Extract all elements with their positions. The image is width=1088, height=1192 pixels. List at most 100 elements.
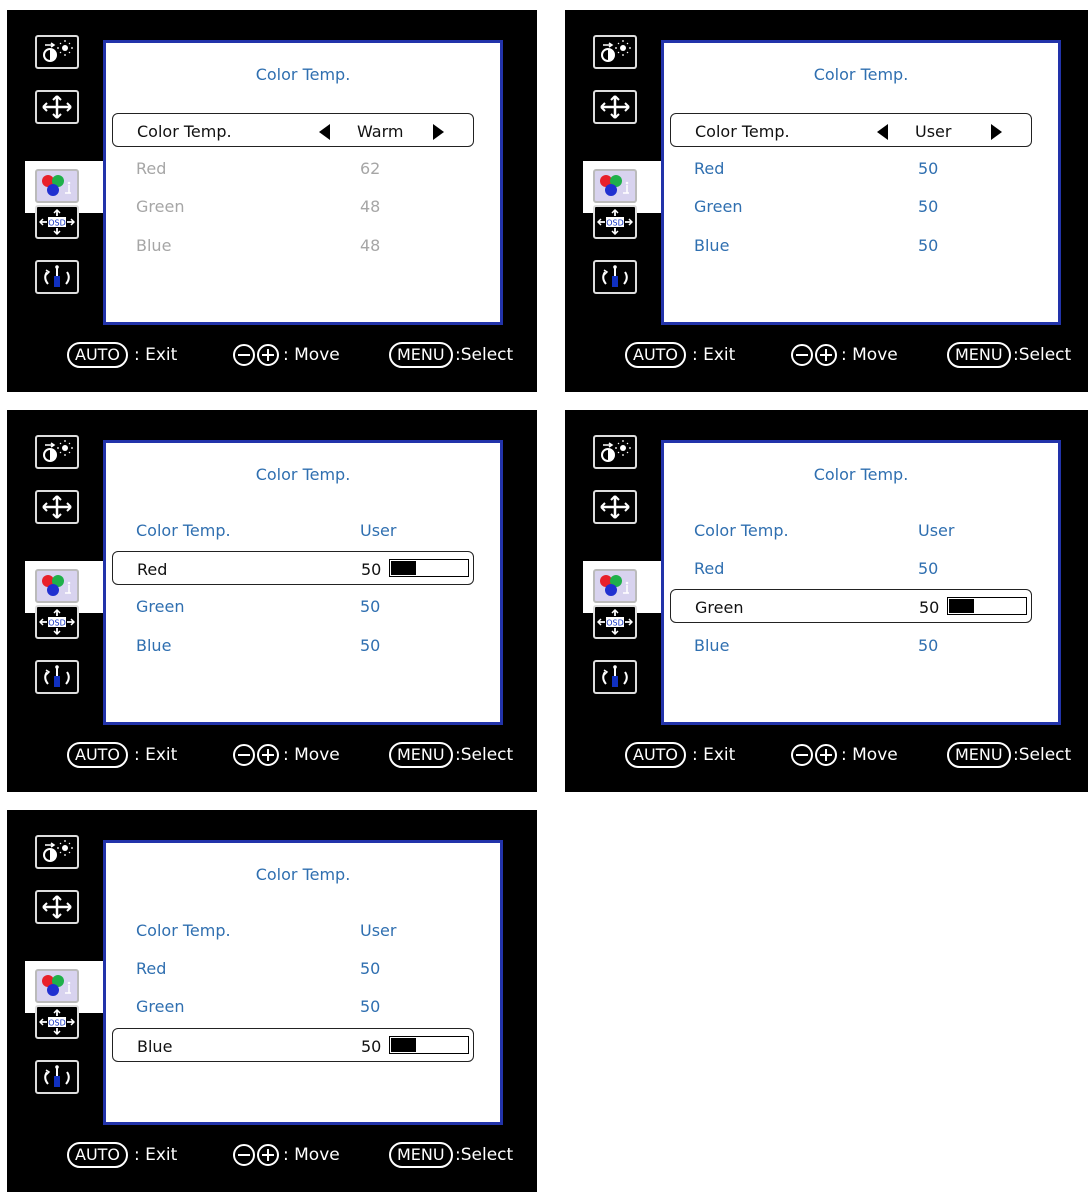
menu-row-green[interactable]: Green 50 (670, 589, 1032, 623)
menu-row-green[interactable]: Green 50 (112, 989, 474, 1023)
minus-icon[interactable] (233, 744, 255, 766)
osd-menu: OSD Color Temp. Color Temp. Warm Red 62 Green 4… (7, 10, 537, 392)
minus-icon[interactable] (233, 1144, 255, 1166)
svg-text:OSD: OSD (48, 1019, 66, 1028)
menu-button[interactable]: MENU (947, 742, 1011, 768)
osd-icon[interactable]: OSD (35, 205, 79, 239)
picture-icon[interactable] (35, 835, 79, 869)
position-icon[interactable] (593, 490, 637, 524)
menu-row-blue[interactable]: Blue 50 (670, 628, 1032, 662)
plus-icon[interactable] (815, 344, 837, 366)
row-label: Blue (694, 236, 730, 255)
reset-icon[interactable] (35, 660, 79, 694)
menu-row-green[interactable]: Green 50 (112, 589, 474, 623)
right-arrow-icon[interactable] (991, 124, 1002, 140)
level-slider[interactable] (389, 1036, 469, 1054)
row-label: Color Temp. (137, 122, 232, 141)
menu-row-red[interactable]: Red 50 (112, 951, 474, 985)
select-label: :Select (455, 745, 514, 765)
menu-row-color-temp[interactable]: Color Temp. Warm (112, 113, 474, 147)
plus-icon[interactable] (257, 1144, 279, 1166)
color-icon[interactable] (593, 169, 637, 203)
row-label: Green (136, 597, 185, 616)
auto-button[interactable]: AUTO (67, 1142, 129, 1168)
level-slider[interactable] (947, 597, 1027, 615)
menu-row-red[interactable]: Red 50 (670, 551, 1032, 585)
auto-button[interactable]: AUTO (67, 742, 129, 768)
menu-button[interactable]: MENU (389, 742, 453, 768)
menu-row-blue[interactable]: Blue 50 (670, 228, 1032, 262)
osd-sidebar: OSD (7, 810, 103, 1120)
reset-icon[interactable] (593, 260, 637, 294)
menu-button[interactable]: MENU (947, 342, 1011, 368)
osd-icon[interactable]: OSD (35, 605, 79, 639)
left-arrow-icon[interactable] (319, 124, 330, 140)
row-value: 50 (360, 997, 381, 1016)
position-icon[interactable] (35, 890, 79, 924)
right-arrow-icon[interactable] (433, 124, 444, 140)
row-label: Red (136, 159, 167, 178)
osd-sidebar: OSD (7, 10, 103, 320)
menu-row-blue[interactable]: Blue 50 (112, 628, 474, 662)
color-icon[interactable] (35, 169, 79, 203)
color-temp-panel: Color Temp. Color Temp. User Red 50 Green 50 Bl… (103, 840, 503, 1125)
row-value: User (918, 521, 955, 540)
level-slider[interactable] (389, 559, 469, 577)
row-label: Green (695, 598, 744, 617)
menu-row-color-temp[interactable]: Color Temp. User (670, 513, 1032, 547)
row-value: Warm (357, 122, 404, 141)
menu-row-color-temp[interactable]: Color Temp. User (112, 513, 474, 547)
position-icon[interactable] (593, 90, 637, 124)
minus-icon[interactable] (791, 344, 813, 366)
reset-icon[interactable] (35, 1060, 79, 1094)
menu-row-green[interactable]: Green 48 (112, 189, 474, 223)
row-label: Color Temp. (136, 921, 231, 940)
position-icon[interactable] (35, 490, 79, 524)
menu-button[interactable]: MENU (389, 342, 453, 368)
position-icon[interactable] (35, 90, 79, 124)
menu-button[interactable]: MENU (389, 1142, 453, 1168)
reset-icon[interactable] (593, 660, 637, 694)
row-label: Red (137, 560, 168, 579)
row-value: 50 (918, 159, 939, 178)
color-icon[interactable] (35, 969, 79, 1003)
row-value: User (360, 521, 397, 540)
auto-button[interactable]: AUTO (625, 742, 687, 768)
menu-row-red[interactable]: Red 50 (112, 551, 474, 585)
picture-icon[interactable] (593, 435, 637, 469)
row-value: 50 (361, 560, 382, 579)
osd-icon[interactable]: OSD (593, 205, 637, 239)
move-label: : Move (283, 345, 340, 365)
panel-title: Color Temp. (813, 65, 909, 84)
picture-icon[interactable] (35, 35, 79, 69)
auto-button[interactable]: AUTO (67, 342, 129, 368)
left-arrow-icon[interactable] (877, 124, 888, 140)
slider-fill (391, 561, 416, 575)
minus-icon[interactable] (233, 344, 255, 366)
minus-icon[interactable] (791, 744, 813, 766)
menu-row-blue[interactable]: Blue 48 (112, 228, 474, 262)
row-label: Red (694, 159, 725, 178)
menu-row-color-temp[interactable]: Color Temp. User (670, 113, 1032, 147)
row-label: Green (136, 197, 185, 216)
color-icon[interactable] (593, 569, 637, 603)
color-icon[interactable] (35, 569, 79, 603)
reset-icon[interactable] (35, 260, 79, 294)
menu-row-red[interactable]: Red 50 (670, 151, 1032, 185)
picture-icon[interactable] (593, 35, 637, 69)
plus-icon[interactable] (257, 344, 279, 366)
panel-title: Color Temp. (813, 465, 909, 484)
menu-row-green[interactable]: Green 50 (670, 189, 1032, 223)
menu-row-blue[interactable]: Blue 50 (112, 1028, 474, 1062)
osd-icon[interactable]: OSD (593, 605, 637, 639)
osd-icon[interactable]: OSD (35, 1005, 79, 1039)
row-label: Green (694, 197, 743, 216)
row-value: 50 (918, 636, 939, 655)
menu-row-color-temp[interactable]: Color Temp. User (112, 913, 474, 947)
auto-button[interactable]: AUTO (625, 342, 687, 368)
plus-icon[interactable] (257, 744, 279, 766)
menu-row-red[interactable]: Red 62 (112, 151, 474, 185)
plus-icon[interactable] (815, 744, 837, 766)
picture-icon[interactable] (35, 435, 79, 469)
row-label: Blue (136, 236, 172, 255)
